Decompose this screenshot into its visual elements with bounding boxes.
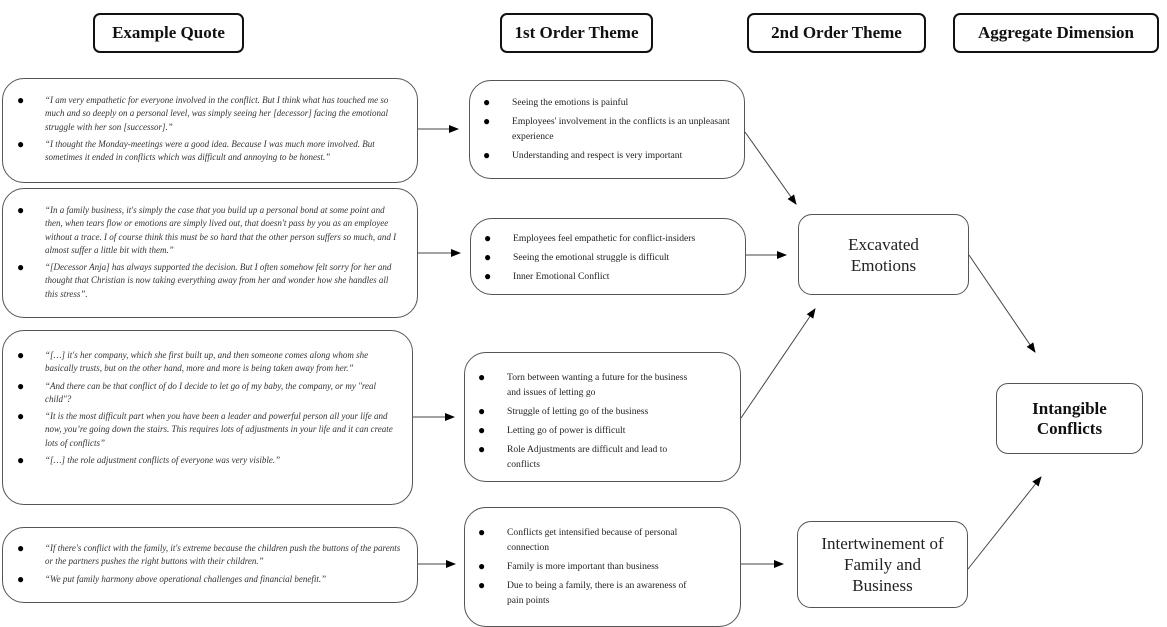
bullet-icon: ●: [478, 442, 486, 456]
first-order-theme-box-3: ● Torn between wanting a future for the b…: [464, 352, 741, 482]
theme-item: ● Due to being a family, there is an awar…: [465, 578, 690, 608]
bullet-icon: ●: [17, 378, 25, 393]
quote-item: ● “We put family harmony above operationa…: [3, 571, 401, 586]
theme-text: Letting go of power is difficult: [507, 425, 626, 436]
quote-text: “It is the most difficult part when you …: [45, 411, 393, 448]
arrow-theme1-to-excavated: [744, 131, 797, 205]
theme-text: Due to being a family, there is an aware…: [507, 580, 687, 606]
quote-text: “I thought the Monday-meetings were a go…: [45, 138, 375, 163]
arrow-theme3-to-excavated: [740, 308, 816, 419]
second-order-theme-intertwinement: Intertwinement of Family and Business: [797, 521, 968, 608]
header-aggregate-dimension: Aggregate Dimension: [953, 13, 1159, 53]
theme-item: ● Understanding and respect is very impor…: [470, 148, 730, 163]
theme-item: ● Employees' involvement in the conflicts…: [470, 114, 730, 144]
header-example-quote: Example Quote: [93, 13, 244, 53]
bullet-icon: ●: [483, 95, 491, 109]
second-order-theme-line: Intertwinement of: [821, 534, 944, 553]
header-aggregate-dimension-label: Aggregate Dimension: [978, 23, 1134, 42]
theme-text: Seeing the emotional struggle is difficu…: [513, 252, 670, 263]
bullet-icon: ●: [478, 559, 486, 573]
quote-box-3: ● “[…] it's her company, which she first …: [2, 330, 413, 505]
bullet-icon: ●: [17, 93, 25, 107]
theme-item: ● Seeing the emotional struggle is diffic…: [471, 250, 731, 265]
bullet-icon: ●: [17, 541, 25, 555]
bullet-icon: ●: [17, 348, 25, 362]
first-order-theme-box-4: ● Conflicts get intensified because of pe…: [464, 507, 741, 627]
header-first-order-theme-label: 1st Order Theme: [514, 23, 639, 42]
quote-item: ● “It is the most difficult part when you…: [3, 409, 396, 450]
bullet-icon: ●: [478, 370, 486, 384]
bullet-icon: ●: [17, 136, 25, 151]
theme-item: ● Role Adjustments are difficult and lead…: [465, 442, 690, 472]
theme-text: Role Adjustments are difficult and lead …: [507, 444, 668, 470]
quote-item: ● “I am very empathetic for everyone invo…: [3, 93, 401, 134]
theme-text: Employees' involvement in the conflicts …: [512, 116, 730, 142]
bullet-icon: ●: [484, 250, 492, 264]
header-first-order-theme: 1st Order Theme: [500, 13, 653, 53]
quote-item: ● “[…] it's her company, which she first …: [3, 348, 396, 376]
first-order-theme-box-1: ● Seeing the emotions is painful ● Employe…: [469, 80, 745, 179]
bullet-icon: ●: [484, 231, 492, 245]
theme-item: ● Conflicts get intensified because of pe…: [465, 525, 690, 555]
quote-text: “We put family harmony above operational…: [45, 573, 327, 584]
theme-text: Inner Emotional Conflict: [513, 271, 610, 282]
aggregate-dimension-line: Intangible: [1032, 398, 1107, 418]
quote-box-4: ● “If there's conflict with the family, i…: [2, 527, 418, 603]
quote-item: ● “[…] the role adjustment conflicts of e…: [3, 453, 396, 468]
bullet-icon: ●: [478, 404, 486, 418]
theme-text: Torn between wanting a future for the bu…: [507, 372, 688, 398]
theme-item: ● Family is more important than business: [465, 559, 690, 574]
second-order-theme-line: Emotions: [850, 255, 917, 275]
quote-item: ● “And there can be that conflict of do I…: [3, 378, 396, 407]
header-example-quote-label: Example Quote: [112, 23, 225, 42]
bullet-icon: ●: [478, 578, 486, 592]
arrow-excavated-to-aggregate: [968, 254, 1036, 353]
bullet-icon: ●: [17, 203, 25, 217]
quote-item: ● “In a family business, it's simply the …: [3, 203, 401, 257]
second-order-theme-line: Excavated: [848, 234, 919, 254]
quote-text: “And there can be that conflict of do I …: [45, 380, 377, 404]
theme-text: Seeing the emotions is painful: [512, 97, 629, 108]
quote-text: “In a family business, it's simply the c…: [45, 205, 397, 255]
bullet-icon: ●: [17, 260, 25, 275]
first-order-theme-box-2: ● Employees feel empathetic for conflict-…: [470, 218, 746, 295]
second-order-theme-line: Family and: [844, 555, 921, 574]
quote-box-2: ● “In a family business, it's simply the …: [2, 188, 418, 318]
header-second-order-theme: 2nd Order Theme: [747, 13, 926, 53]
quote-item: ● “[Decessor Anja] has always supported t…: [3, 260, 401, 301]
second-order-theme-line: Business: [852, 576, 913, 595]
theme-item: ● Torn between wanting a future for the b…: [465, 370, 690, 400]
bullet-icon: ●: [17, 571, 25, 586]
bullet-icon: ●: [483, 148, 491, 162]
bullet-icon: ●: [478, 423, 486, 437]
theme-text: Family is more important than business: [507, 561, 659, 572]
aggregate-dimension-intangible-conflicts: Intangible Conflicts: [996, 383, 1143, 454]
theme-text: Conflicts get intensified because of per…: [507, 527, 678, 553]
theme-text: Employees feel empathetic for conflict-i…: [513, 233, 696, 244]
theme-item: ● Inner Emotional Conflict: [471, 269, 731, 284]
second-order-theme-excavated-emotions: Excavated Emotions: [798, 214, 969, 295]
bullet-icon: ●: [17, 409, 25, 424]
quote-item: ● “If there's conflict with the family, i…: [3, 541, 401, 569]
aggregate-dimension-line: Conflicts: [1036, 418, 1103, 438]
quote-text: “[…] it's her company, which she first b…: [45, 350, 369, 374]
theme-item: ● Letting go of power is difficult: [465, 423, 690, 438]
quote-box-1: ● “I am very empathetic for everyone invo…: [2, 78, 418, 183]
quote-text: “[…] the role adjustment conflicts of ev…: [45, 455, 281, 466]
bullet-icon: ●: [483, 114, 491, 128]
theme-item: ● Employees feel empathetic for conflict-…: [471, 231, 731, 246]
theme-text: Understanding and respect is very import…: [512, 150, 683, 161]
quote-text: “I am very empathetic for everyone invol…: [45, 95, 389, 132]
bullet-icon: ●: [17, 453, 25, 468]
bullet-icon: ●: [484, 269, 492, 283]
quote-item: ● “I thought the Monday-meetings were a g…: [3, 136, 401, 165]
theme-item: ● Seeing the emotions is painful: [470, 95, 730, 110]
theme-text: Struggle of letting go of the business: [507, 406, 649, 417]
quote-text: “If there's conflict with the family, it…: [45, 543, 401, 567]
arrow-intertwinement-to-aggregate: [967, 476, 1042, 570]
header-second-order-theme-label: 2nd Order Theme: [771, 23, 902, 42]
theme-item: ● Struggle of letting go of the business: [465, 404, 690, 419]
bullet-icon: ●: [478, 525, 486, 539]
quote-text: “[Decessor Anja] has always supported th…: [45, 262, 392, 299]
